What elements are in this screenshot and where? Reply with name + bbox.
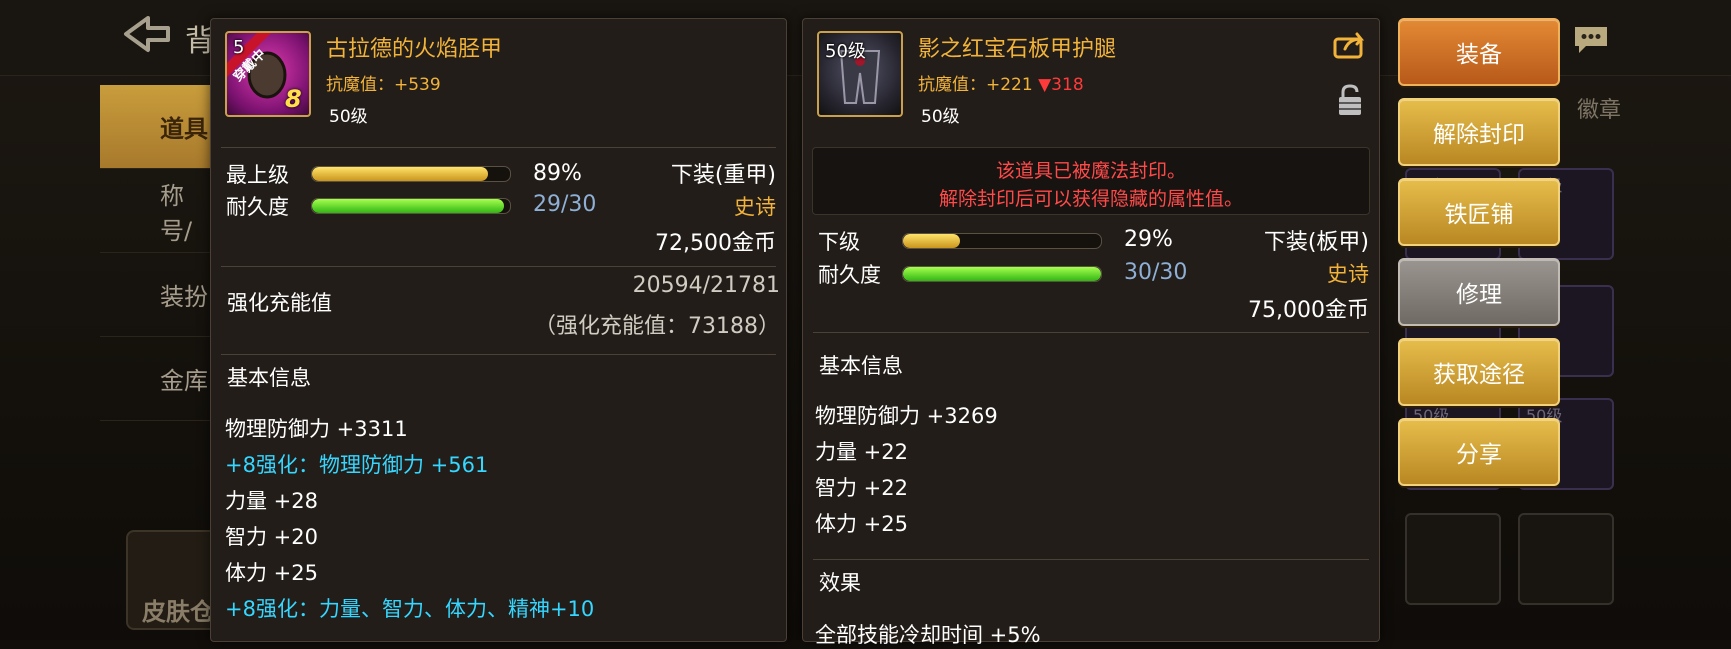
durability-value: 30/30 bbox=[1124, 260, 1188, 285]
compared-item-tooltip: 50级 影之红宝石板甲护腿 抗魔值：+221 ▼318 50级 该道具已被魔法封… bbox=[802, 18, 1380, 647]
equipped-item-tooltip: 5 穿戴中 8 古拉德的火焰胫甲 抗魔值：+539 50级 最上级 89% 下装… bbox=[210, 18, 787, 642]
item-name: 影之红宝石板甲护腿 bbox=[918, 37, 1117, 62]
divider bbox=[221, 354, 776, 355]
side-tab-titles[interactable]: 称号/ bbox=[100, 169, 210, 253]
skin-storage-label: 皮肤仓 bbox=[142, 598, 214, 626]
durability-label: 耐久度 bbox=[818, 263, 881, 287]
attribute-item: 体力 +25 bbox=[815, 512, 908, 536]
item-level: 50级 bbox=[921, 107, 960, 127]
basic-info-title: 基本信息 bbox=[819, 354, 903, 378]
attribute-item: 智力 +20 bbox=[225, 525, 318, 549]
item-icon-greaves: 5 穿戴中 8 bbox=[225, 31, 311, 117]
durability-bar bbox=[311, 198, 511, 214]
inventory-slot-empty[interactable] bbox=[1405, 513, 1501, 605]
seal-line-1: 该道具已被魔法封印。 bbox=[995, 160, 1186, 182]
durability-bar bbox=[902, 266, 1102, 282]
item-type: 下装(板甲) bbox=[1263, 230, 1369, 255]
inventory-slot-empty[interactable] bbox=[1518, 513, 1614, 605]
attribute-item: 力量 +28 bbox=[225, 489, 318, 513]
effect-text: 全部技能冷却时间 +5% bbox=[815, 623, 1041, 647]
charge-label: 强化充能值 bbox=[227, 291, 332, 315]
side-tab-avatar[interactable]: 装扮 bbox=[100, 253, 210, 337]
grade-bar-fill bbox=[903, 234, 961, 248]
share-link-icon[interactable] bbox=[1333, 31, 1367, 59]
resist-value: +539 bbox=[394, 75, 441, 95]
durability-bar-fill bbox=[903, 267, 1101, 281]
seal-line-2: 解除封印后可以获得隐藏的属性值。 bbox=[938, 188, 1243, 210]
item-level: 50级 bbox=[329, 107, 368, 127]
durability-value: 29/30 bbox=[533, 192, 597, 217]
resist-value: +221 bbox=[986, 75, 1033, 95]
item-price: 75,000金币 bbox=[1248, 298, 1369, 323]
attribute-item: +8强化：力量、智力、体力、精神+10 bbox=[225, 597, 595, 621]
blacksmith-button[interactable]: 铁匠铺 bbox=[1398, 178, 1560, 246]
tab-badge[interactable]: 徽章 bbox=[1577, 92, 1621, 124]
side-tab-vault[interactable]: 金库 bbox=[100, 337, 210, 421]
item-icon-leggings: 50级 bbox=[817, 31, 903, 117]
durability-bar-fill bbox=[312, 199, 505, 213]
item-rarity: 史诗 bbox=[1327, 262, 1369, 286]
back-arrow-icon[interactable] bbox=[118, 14, 174, 54]
side-tab-items[interactable]: 道具 bbox=[100, 85, 210, 169]
enhance-level-badge: 8 bbox=[285, 85, 302, 113]
grade-percent: 29% bbox=[1124, 227, 1173, 252]
attribute-item: +8强化：物理防御力 +561 bbox=[225, 453, 489, 477]
grade-bar bbox=[311, 166, 511, 182]
attribute-item: 力量 +22 bbox=[815, 440, 908, 464]
attribute-item: 物理防御力 +3269 bbox=[815, 404, 998, 428]
seal-notice: 该道具已被魔法封印。 解除封印后可以获得隐藏的属性值。 bbox=[812, 147, 1370, 215]
resist-label: 抗魔值： bbox=[918, 75, 986, 95]
durability-label: 耐久度 bbox=[226, 195, 289, 219]
divider bbox=[221, 266, 776, 267]
obtain-source-button[interactable]: 获取途径 bbox=[1398, 338, 1560, 406]
grade-bar bbox=[902, 233, 1102, 249]
divider bbox=[813, 332, 1369, 333]
item-name: 古拉德的火焰胫甲 bbox=[326, 37, 503, 62]
charge-note: （强化充能值：73188） bbox=[534, 314, 780, 339]
item-type: 下装(重甲) bbox=[670, 163, 776, 188]
grade-label: 下级 bbox=[818, 230, 860, 254]
item-price: 72,500金币 bbox=[655, 231, 776, 256]
share-button[interactable]: 分享 bbox=[1398, 418, 1560, 486]
lock-icon bbox=[1339, 84, 1361, 115]
basic-info-title: 基本信息 bbox=[227, 366, 311, 390]
resist-diff: ▼318 bbox=[1038, 75, 1084, 95]
unseal-button[interactable]: 解除封印 bbox=[1398, 98, 1560, 166]
effect-title: 效果 bbox=[819, 571, 861, 595]
grade-percent: 89% bbox=[533, 161, 582, 186]
item-level-badge: 50级 bbox=[825, 41, 866, 62]
charge-value: 20594/21781 bbox=[632, 273, 780, 298]
chat-icon[interactable] bbox=[1572, 24, 1610, 56]
repair-button[interactable]: 修理 bbox=[1398, 258, 1560, 326]
grade-bar-fill bbox=[312, 167, 489, 181]
item-rarity: 史诗 bbox=[734, 195, 776, 219]
grade-label: 最上级 bbox=[226, 163, 289, 187]
attribute-item: 体力 +25 bbox=[225, 561, 318, 585]
attribute-item: 智力 +22 bbox=[815, 476, 908, 500]
attribute-item: 物理防御力 +3311 bbox=[225, 417, 408, 441]
equip-button[interactable]: 装备 bbox=[1398, 18, 1560, 86]
divider bbox=[221, 147, 776, 148]
resist-label: 抗魔值： bbox=[326, 75, 394, 95]
divider bbox=[813, 559, 1369, 560]
